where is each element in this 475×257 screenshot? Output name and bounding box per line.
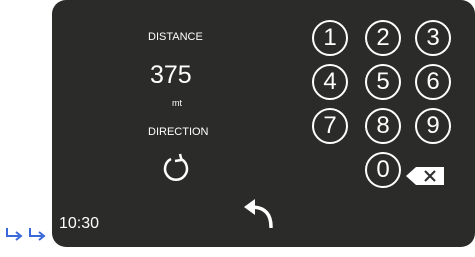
- device-screen: DISTANCE 375 mt DIRECTION 1 2 3 4 5 6 7 …: [52, 0, 475, 247]
- distance-label: DISTANCE: [148, 31, 203, 43]
- key-7[interactable]: 7: [312, 108, 348, 144]
- key-5[interactable]: 5: [365, 64, 401, 100]
- backspace-icon[interactable]: [404, 166, 446, 186]
- direction-label: DIRECTION: [148, 126, 209, 138]
- key-2[interactable]: 2: [365, 20, 401, 56]
- return-arrows-icon: [6, 228, 46, 241]
- key-3[interactable]: 3: [415, 20, 451, 56]
- distance-unit: mt: [172, 98, 182, 108]
- back-arrow-icon[interactable]: [241, 194, 281, 228]
- refresh-icon[interactable]: [160, 153, 192, 187]
- distance-value: 375: [150, 61, 192, 89]
- key-4[interactable]: 4: [312, 64, 348, 100]
- key-0[interactable]: 0: [365, 152, 401, 188]
- clock-time: 10:30: [59, 215, 100, 232]
- key-1[interactable]: 1: [312, 20, 348, 56]
- key-8[interactable]: 8: [365, 108, 401, 144]
- key-6[interactable]: 6: [415, 64, 451, 100]
- key-9[interactable]: 9: [415, 108, 451, 144]
